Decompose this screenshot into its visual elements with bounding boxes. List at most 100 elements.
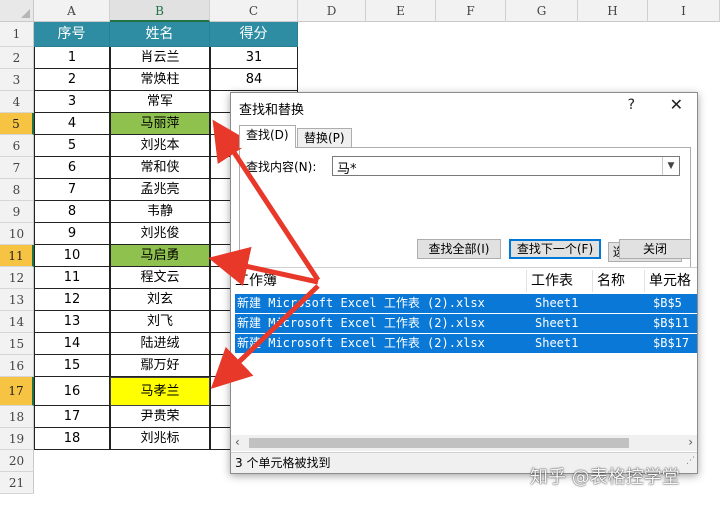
- row-header[interactable]: 14: [0, 311, 34, 333]
- row-header[interactable]: 3: [0, 69, 34, 91]
- header-name[interactable]: 姓名: [110, 22, 210, 47]
- column-header-g[interactable]: G: [506, 0, 578, 22]
- column-header-workbook[interactable]: 工作簿: [231, 270, 527, 292]
- cell-score[interactable]: 84: [210, 69, 298, 91]
- cell-name[interactable]: 程文云: [110, 267, 210, 289]
- scroll-left-icon[interactable]: ‹: [235, 435, 240, 449]
- row-header-highlighted[interactable]: 11: [0, 245, 34, 267]
- column-header-name[interactable]: 名称: [593, 270, 645, 292]
- cell-seq[interactable]: 17: [34, 406, 110, 428]
- horizontal-scrollbar[interactable]: ‹ ›: [231, 435, 697, 451]
- cell-seq[interactable]: 13: [34, 311, 110, 333]
- find-next-button[interactable]: 查找下一个(F): [509, 239, 601, 259]
- row-header[interactable]: 18: [0, 406, 34, 428]
- row-header[interactable]: 1: [0, 22, 34, 47]
- cell-seq[interactable]: 8: [34, 201, 110, 223]
- header-score[interactable]: 得分: [210, 22, 298, 47]
- result-workbook: 新建 Microsoft Excel 工作表 (2).xlsx: [237, 336, 485, 350]
- row-header[interactable]: 13: [0, 289, 34, 311]
- chevron-down-icon[interactable]: ▼: [662, 157, 679, 175]
- cell-seq[interactable]: 2: [34, 69, 110, 91]
- cell-seq[interactable]: 4: [34, 113, 110, 135]
- row-header[interactable]: 21: [0, 472, 34, 494]
- column-header-d[interactable]: D: [298, 0, 366, 22]
- cell-seq[interactable]: 16: [34, 377, 110, 406]
- cell-name[interactable]: 刘兆俊: [110, 223, 210, 245]
- row-header[interactable]: 6: [0, 135, 34, 157]
- cell-seq[interactable]: 1: [34, 47, 110, 69]
- cell-seq[interactable]: 3: [34, 91, 110, 113]
- cell-score[interactable]: 31: [210, 47, 298, 69]
- cell-name[interactable]: 肖云兰: [110, 47, 210, 69]
- column-header-i[interactable]: I: [648, 0, 720, 22]
- cell-name[interactable]: 刘玄: [110, 289, 210, 311]
- row-header[interactable]: 16: [0, 355, 34, 377]
- row-header[interactable]: 7: [0, 157, 34, 179]
- tab-find[interactable]: 查找(D): [239, 125, 296, 148]
- row-header[interactable]: 20: [0, 450, 34, 472]
- result-row[interactable]: 新建 Microsoft Excel 工作表 (2).xlsx Sheet1 $…: [235, 294, 697, 313]
- close-button[interactable]: 关闭: [619, 239, 691, 259]
- row-header-highlighted[interactable]: 5: [0, 113, 34, 135]
- cell-seq[interactable]: 7: [34, 179, 110, 201]
- column-header-cell[interactable]: 单元格: [645, 270, 697, 292]
- result-cell: $B$17: [653, 336, 690, 350]
- find-what-value: 马*: [337, 162, 357, 177]
- cell-seq[interactable]: 11: [34, 267, 110, 289]
- result-row[interactable]: 新建 Microsoft Excel 工作表 (2).xlsx Sheet1 $…: [235, 334, 697, 353]
- column-header-c[interactable]: C: [210, 0, 298, 22]
- row-header[interactable]: 8: [0, 179, 34, 201]
- column-header-h[interactable]: H: [578, 0, 648, 22]
- cell-seq[interactable]: 12: [34, 289, 110, 311]
- column-header-f[interactable]: F: [436, 0, 506, 22]
- find-panel: 查找内容(N): 马* ▼ 选项(T) >>: [239, 147, 691, 279]
- find-all-button[interactable]: 查找全部(I): [417, 239, 501, 259]
- cell-name[interactable]: 尹贵荣: [110, 406, 210, 428]
- cell-seq[interactable]: 15: [34, 355, 110, 377]
- select-all-corner[interactable]: [0, 0, 34, 22]
- cell-name[interactable]: 常焕柱: [110, 69, 210, 91]
- cell-seq[interactable]: 6: [34, 157, 110, 179]
- cell-name[interactable]: 常军: [110, 91, 210, 113]
- scrollbar-thumb[interactable]: [249, 438, 629, 448]
- column-header-a[interactable]: A: [34, 0, 110, 22]
- help-icon[interactable]: ?: [628, 97, 635, 113]
- row-header[interactable]: 12: [0, 267, 34, 289]
- row-header[interactable]: 15: [0, 333, 34, 355]
- find-what-input[interactable]: 马* ▼: [332, 156, 680, 177]
- column-header-b[interactable]: B: [110, 0, 210, 22]
- close-icon[interactable]: ✕: [670, 95, 683, 114]
- result-row[interactable]: 新建 Microsoft Excel 工作表 (2).xlsx Sheet1 $…: [235, 314, 697, 333]
- tab-strip: 查找(D) 替换(P): [239, 125, 689, 148]
- tab-replace[interactable]: 替换(P): [297, 128, 352, 147]
- cell-name[interactable]: 陆进绒: [110, 333, 210, 355]
- cell-name[interactable]: 鄢万好: [110, 355, 210, 377]
- column-header-e[interactable]: E: [366, 0, 436, 22]
- cell-name-active-match[interactable]: 马孝兰: [110, 377, 210, 406]
- cell-name[interactable]: 刘兆标: [110, 428, 210, 450]
- results-list: 工作簿 工作表 名称 单元格 新建 Microsoft Excel 工作表 (2…: [231, 267, 697, 444]
- row-header[interactable]: 9: [0, 201, 34, 223]
- cell-name[interactable]: 常和侠: [110, 157, 210, 179]
- column-header-sheet[interactable]: 工作表: [527, 270, 593, 292]
- row-header[interactable]: 2: [0, 47, 34, 69]
- resize-grip-icon[interactable]: ⋰: [686, 451, 695, 471]
- cell-name[interactable]: 韦静: [110, 201, 210, 223]
- cell-seq[interactable]: 10: [34, 245, 110, 267]
- cell-name-match[interactable]: 马丽萍: [110, 113, 210, 135]
- cell-seq[interactable]: 5: [34, 135, 110, 157]
- cell-name[interactable]: 刘飞: [110, 311, 210, 333]
- cell-seq[interactable]: 9: [34, 223, 110, 245]
- cell-name[interactable]: 孟兆亮: [110, 179, 210, 201]
- cell-name[interactable]: 刘兆本: [110, 135, 210, 157]
- header-seq[interactable]: 序号: [34, 22, 110, 47]
- row-header-highlighted[interactable]: 17: [0, 377, 34, 406]
- row-header[interactable]: 19: [0, 428, 34, 450]
- scroll-right-icon[interactable]: ›: [688, 435, 693, 449]
- cell-name-match[interactable]: 马启勇: [110, 245, 210, 267]
- row-header[interactable]: 10: [0, 223, 34, 245]
- row-header[interactable]: 4: [0, 91, 34, 113]
- watermark: 知乎 @表格控学堂: [530, 467, 680, 488]
- cell-seq[interactable]: 14: [34, 333, 110, 355]
- cell-seq[interactable]: 18: [34, 428, 110, 450]
